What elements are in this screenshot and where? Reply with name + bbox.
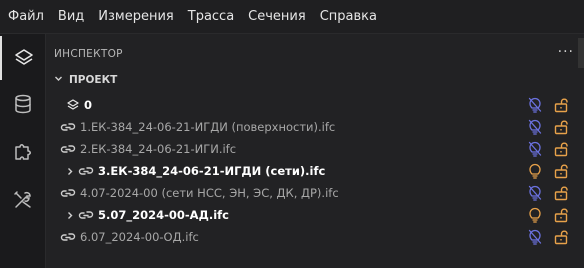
bulb-on-icon[interactable]: [528, 163, 542, 179]
unlock-icon[interactable]: [554, 185, 568, 201]
row-actions: [528, 141, 568, 157]
puzzle-icon: [12, 141, 34, 163]
menu-route[interactable]: Трасса: [188, 9, 234, 24]
unlock-icon[interactable]: [554, 207, 568, 223]
unlock-icon[interactable]: [554, 229, 568, 245]
bulb-off-icon[interactable]: [528, 119, 542, 135]
unlock-icon[interactable]: [554, 163, 568, 179]
unlock-icon[interactable]: [554, 119, 568, 135]
menu-bar: Файл Вид Измерения Трасса Сечения Справк…: [0, 0, 584, 34]
layers-icon: [66, 98, 80, 112]
link-icon: [60, 143, 76, 155]
inspector-panel: ИНСПЕКТОР ··· ПРОЕКТ 0 1.ЕК-384_24-06-21-…: [46, 34, 584, 268]
activity-extensions[interactable]: [0, 130, 46, 174]
tree-row-label: 2.ЕК-384_24-06-21-ИГИ.ifc: [80, 142, 237, 156]
chevron-right-icon[interactable]: [64, 211, 76, 220]
bulb-off-icon[interactable]: [528, 185, 542, 201]
row-actions: [528, 97, 568, 113]
row-actions: [528, 119, 568, 135]
tree-row-label: 5.07_2024-00-АД.ifc: [98, 208, 229, 222]
row-actions: [528, 229, 568, 245]
activity-tools[interactable]: [0, 178, 46, 222]
row-actions: [528, 163, 568, 179]
bulb-off-icon[interactable]: [528, 229, 542, 245]
chevron-down-icon: [54, 74, 63, 86]
bulb-off-icon[interactable]: [528, 141, 542, 157]
section-header-project[interactable]: ПРОЕКТ: [54, 74, 117, 86]
tools-icon: [12, 189, 34, 211]
tree-row[interactable]: 4.07-2024-00 (сети НСС, ЭН, ЭС, ДК, ДР).…: [46, 182, 584, 204]
tree-row[interactable]: 2.ЕК-384_24-06-21-ИГИ.ifc: [46, 138, 584, 160]
tree-row[interactable]: 3.ЕК-384_24-06-21-ИГДИ (сети).ifc: [46, 160, 584, 182]
tree-row-label: 1.ЕК-384_24-06-21-ИГДИ (поверхности).ifc: [80, 120, 336, 134]
link-icon: [78, 209, 94, 221]
more-actions-button[interactable]: ···: [558, 44, 574, 60]
tree-row-label: 0: [84, 98, 93, 112]
bulb-on-icon[interactable]: [528, 207, 542, 223]
menu-file[interactable]: Файл: [8, 9, 44, 24]
menu-sections[interactable]: Сечения: [248, 9, 306, 24]
database-icon: [12, 93, 34, 115]
layers-icon: [13, 47, 35, 69]
activity-bar: [0, 34, 46, 268]
tree-row[interactable]: 5.07_2024-00-АД.ifc: [46, 204, 584, 226]
row-actions: [528, 207, 568, 223]
activity-database[interactable]: [0, 82, 46, 126]
chevron-right-icon[interactable]: [64, 167, 76, 176]
menu-view[interactable]: Вид: [58, 9, 84, 24]
unlock-icon[interactable]: [554, 141, 568, 157]
menu-help[interactable]: Справка: [320, 9, 377, 24]
menu-measure[interactable]: Измерения: [98, 9, 173, 24]
bulb-off-icon[interactable]: [528, 97, 542, 113]
section-title: ПРОЕКТ: [69, 74, 118, 86]
panel-title: ИНСПЕКТОР: [54, 48, 123, 60]
scrollbar[interactable]: [578, 38, 584, 68]
tree-row[interactable]: 0: [46, 94, 584, 116]
tree-row[interactable]: 1.ЕК-384_24-06-21-ИГДИ (поверхности).ifc: [46, 116, 584, 138]
link-icon: [60, 231, 76, 243]
link-icon: [60, 121, 76, 133]
row-actions: [528, 185, 568, 201]
tree-row-label: 6.07_2024-00-ОД.ifc: [80, 230, 199, 244]
link-icon: [60, 187, 76, 199]
tree-row[interactable]: 6.07_2024-00-ОД.ifc: [46, 226, 584, 248]
activity-layers[interactable]: [0, 36, 46, 80]
unlock-icon[interactable]: [554, 97, 568, 113]
tree-row-label: 3.ЕК-384_24-06-21-ИГДИ (сети).ifc: [98, 164, 326, 178]
tree-row-label: 4.07-2024-00 (сети НСС, ЭН, ЭС, ДК, ДР).…: [80, 186, 339, 200]
link-icon: [78, 165, 94, 177]
